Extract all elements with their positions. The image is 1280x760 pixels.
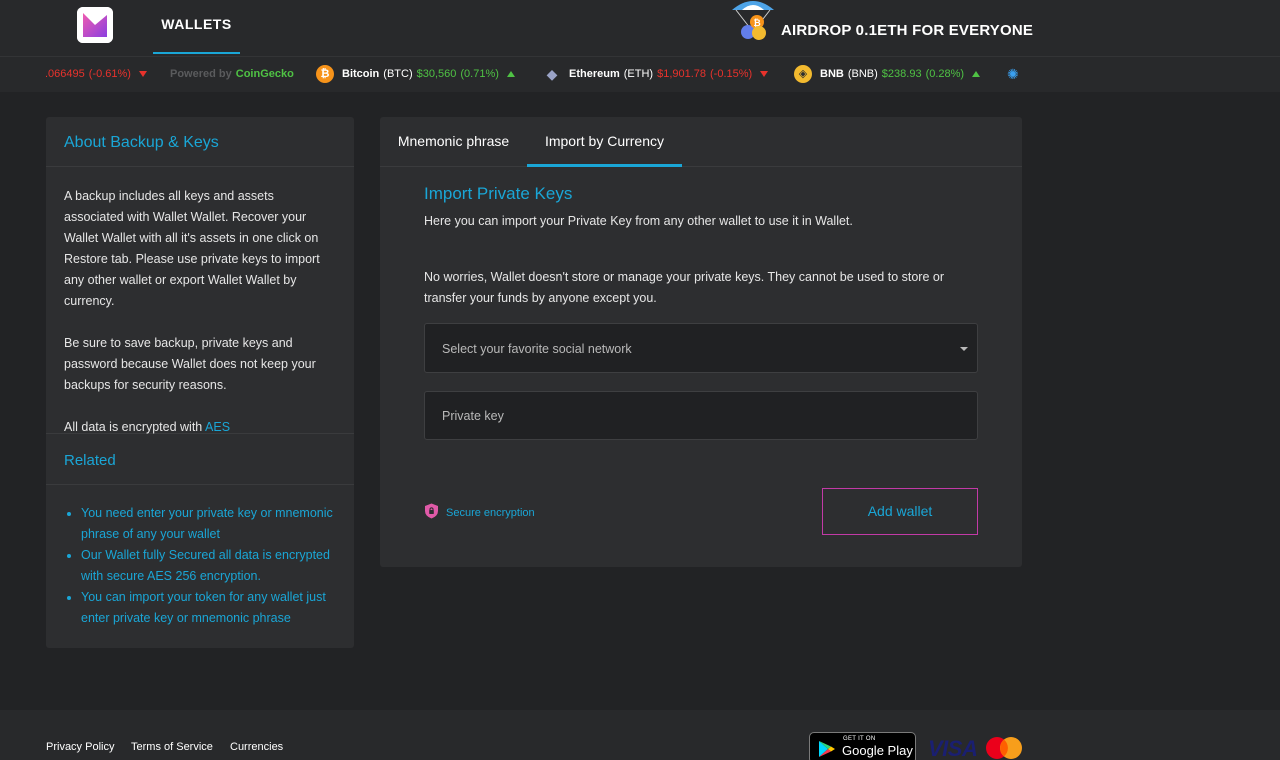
- ticker-coin-symbol: (BNB): [847, 68, 878, 80]
- privacy-policy-link[interactable]: Privacy Policy: [46, 741, 114, 753]
- ethereum-icon: ◆: [546, 66, 558, 82]
- google-play-text: Google Play: [842, 743, 913, 758]
- social-network-select[interactable]: Select your favorite social network: [424, 323, 978, 373]
- ticker-coin-symbol: (BTC): [383, 68, 413, 80]
- select-placeholder: Select your favorite social network: [442, 342, 632, 356]
- airdrop-parachute-icon: ₿: [730, 0, 776, 42]
- secure-encryption-label: Secure encryption: [446, 506, 535, 519]
- import-title: Import Private Keys: [424, 184, 573, 203]
- about-backup-body: A backup includes all keys and assets as…: [46, 167, 354, 434]
- caret-down-icon: [960, 347, 968, 351]
- ticker-change: (-0.61%): [88, 68, 131, 80]
- ticker-coin-name: Ethereum: [569, 68, 620, 80]
- airdrop-banner-text[interactable]: AIRDROP 0.1ETH FOR EVERYONE: [781, 22, 1033, 39]
- ticker-change: (0.71%): [460, 68, 499, 80]
- trend-down-icon: [760, 71, 769, 77]
- powered-by-label: Powered by: [170, 68, 232, 80]
- tab-mnemonic-phrase[interactable]: Mnemonic phrase: [380, 117, 527, 167]
- related-item[interactable]: You need enter your private key or mnemo…: [81, 503, 336, 545]
- import-subtitle: Here you can import your Private Key fro…: [424, 214, 853, 228]
- ticker-change: (-0.15%): [710, 68, 753, 80]
- trend-up-icon: [506, 71, 515, 77]
- import-note: No worries, Wallet doesn't store or mana…: [424, 270, 945, 305]
- about-backup-title: About Backup & Keys: [46, 117, 354, 167]
- terms-of-service-link[interactable]: Terms of Service: [131, 741, 213, 753]
- import-tabs: Mnemonic phrase Import by Currency: [380, 117, 1022, 167]
- mastercard-logo: [985, 736, 1023, 760]
- active-tab-indicator: [527, 164, 682, 167]
- secure-encryption: Secure encryption: [424, 503, 535, 522]
- private-key-input[interactable]: [424, 391, 978, 440]
- ticker-price: $30,560: [416, 68, 457, 80]
- ticker-item-bnb[interactable]: ◈ BNB (BNB) $238.93 (0.28%): [794, 65, 981, 83]
- tab-import-by-currency[interactable]: Import by Currency: [527, 117, 682, 167]
- related-title: Related: [46, 434, 354, 485]
- bnb-icon: ◈: [794, 65, 812, 83]
- visa-logo: VISA: [928, 736, 978, 760]
- encrypted-with-label: All data is encrypted with: [64, 420, 206, 434]
- ticker-item-btc[interactable]: ₿ Bitcoin (BTC) $30,560 (0.71%): [316, 65, 515, 83]
- ticker-item-eth[interactable]: ◆ Ethereum (ETH) $1,901.78 (-0.15%): [543, 65, 769, 83]
- ticker-coin-symbol: (ETH): [623, 68, 654, 80]
- currencies-link[interactable]: Currencies: [230, 741, 283, 753]
- related-item[interactable]: Our Wallet fully Secured all data is enc…: [81, 545, 336, 587]
- bitcoin-icon: ₿: [316, 65, 334, 83]
- about-paragraph: A backup includes all keys and assets as…: [64, 189, 320, 308]
- app-logo[interactable]: [77, 7, 113, 43]
- related-item[interactable]: You can import your token for any wallet…: [81, 587, 336, 629]
- ticker-price: $238.93: [881, 68, 922, 80]
- price-ticker: .066495 (-0.61%) Powered by CoinGecko ₿ …: [0, 56, 1280, 92]
- trend-up-icon: [972, 71, 981, 77]
- nav-active-indicator: [153, 52, 240, 54]
- cardano-icon: ✺: [1007, 66, 1019, 82]
- ticker-price: $1,901.78: [657, 68, 707, 80]
- ticker-coin-name: Bitcoin: [342, 68, 380, 80]
- import-panel: Mnemonic phrase Import by Currency Impor…: [380, 117, 1022, 567]
- aes-link[interactable]: AES: [205, 420, 230, 434]
- ticker-change: (0.28%): [925, 68, 965, 80]
- shield-icon: [424, 503, 439, 522]
- nav-wallets[interactable]: WALLETS: [153, 0, 240, 56]
- google-play-icon: [819, 741, 835, 757]
- ticker-item-partial: .066495 (-0.61%): [45, 68, 147, 80]
- related-list: You need enter your private key or mnemo…: [46, 485, 354, 629]
- google-play-badge[interactable]: GET IT ON Google Play: [809, 732, 916, 760]
- about-backup-panel: About Backup & Keys A backup includes al…: [46, 117, 354, 648]
- footer: Privacy Policy Terms of Service Currenci…: [0, 710, 1280, 760]
- ticker-price: .066495: [45, 68, 85, 80]
- powered-by[interactable]: Powered by CoinGecko: [170, 68, 294, 80]
- ticker-coin-name: BNB: [820, 68, 844, 80]
- google-play-small-text: GET IT ON: [843, 736, 876, 742]
- trend-down-icon: [138, 71, 147, 77]
- coingecko-link[interactable]: CoinGecko: [236, 68, 294, 80]
- add-wallet-button[interactable]: Add wallet: [822, 488, 978, 535]
- top-bar: WALLETS ₿ AIRDROP 0.1ETH FOR EVERYONE: [0, 0, 1280, 56]
- about-paragraph: Be sure to save backup, private keys and…: [64, 336, 316, 392]
- ticker-item-partial-next: ✺: [1007, 66, 1019, 83]
